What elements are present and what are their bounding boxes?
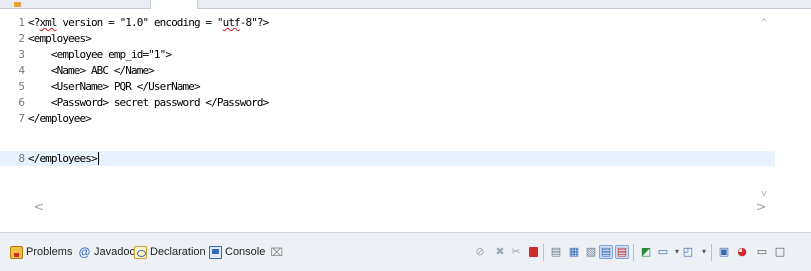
open-console-icon[interactable]: ◰ xyxy=(681,245,695,259)
javadoc-at-icon: @ xyxy=(78,244,91,259)
spelling-warning: xml xyxy=(39,16,57,29)
code-text: <Name> ABC </Name> xyxy=(28,64,155,77)
clear-console-icon[interactable]: ▧ xyxy=(584,245,598,259)
line-number: 8 xyxy=(18,152,25,165)
tab-label: Declaration xyxy=(150,246,206,258)
line-number: 4 xyxy=(18,64,25,77)
terminate-icon[interactable] xyxy=(526,245,540,259)
line-number: 7 xyxy=(18,112,25,125)
tab-console[interactable]: Console ⌧ xyxy=(209,243,283,261)
scroll-down-arrow-icon[interactable]: v xyxy=(759,189,769,199)
open-debug-console-icon[interactable]: ◕ xyxy=(735,245,749,259)
code-line-2[interactable]: 2 <employees> xyxy=(0,31,775,46)
scroll-left-arrow-icon[interactable]: < xyxy=(32,201,46,215)
close-tab-icon[interactable]: ⌧ xyxy=(270,246,283,259)
remove-launch-icon[interactable]: ⊘ xyxy=(473,245,487,259)
code-text: <UserName> PQR </UserName> xyxy=(28,80,201,93)
toolbar-separator xyxy=(633,244,634,261)
pin-console-icon[interactable]: ◩ xyxy=(639,245,653,259)
code-line-8-current[interactable]: 8 </employees> xyxy=(0,151,775,166)
scroll-right-arrow-icon[interactable]: > xyxy=(754,201,768,215)
show-on-stderr-icon[interactable]: ▤ xyxy=(615,245,629,259)
tab-javadoc[interactable]: @ Javadoc xyxy=(78,243,135,261)
xml-editor[interactable]: 1 <?xml version = "1.0" encoding = "utf-… xyxy=(0,10,811,208)
code-text: <employees> xyxy=(28,32,92,45)
scroll-lock-icon[interactable]: ▤ xyxy=(549,245,563,259)
scroll-up-arrow-icon[interactable]: ^ xyxy=(759,18,769,28)
bottom-panel-tab-bar: Problems @ Javadoc Declaration Console ⌧… xyxy=(0,232,811,271)
code-line-1[interactable]: 1 <?xml version = "1.0" encoding = "utf-… xyxy=(0,15,775,30)
code-line-7[interactable]: 7 </employee> xyxy=(0,111,775,126)
horizontal-scrollbar[interactable]: < > xyxy=(0,199,811,217)
remove-terminated-icon[interactable]: ✂ xyxy=(509,245,523,259)
code-line-5[interactable]: 5 <UserName> PQR </UserName> xyxy=(0,79,775,94)
console-icon xyxy=(209,245,222,259)
line-number: 1 xyxy=(18,16,25,29)
line-number: 5 xyxy=(18,80,25,93)
editor-tab[interactable] xyxy=(150,0,198,9)
spelling-warning: utf xyxy=(222,16,241,29)
toolbar-separator xyxy=(543,244,544,261)
chevron-down-icon[interactable]: ▾ xyxy=(697,245,711,259)
editor-tab-strip xyxy=(0,0,811,9)
line-number: 6 xyxy=(18,96,25,109)
code-line-4[interactable]: 4 <Name> ABC </Name> xyxy=(0,63,775,78)
code-line-6[interactable]: 6 <Password> secret password </Password> xyxy=(0,95,775,110)
code-text: </employee> xyxy=(28,112,92,125)
line-number: 2 xyxy=(18,32,25,45)
tab-label: Javadoc xyxy=(94,246,135,258)
code-text: <employee emp_id="1"> xyxy=(28,48,172,61)
tab-label: Problems xyxy=(26,246,73,258)
new-console-view-icon[interactable]: ▣ xyxy=(717,245,731,259)
tab-label: Console xyxy=(225,246,266,258)
display-selected-console-icon[interactable]: ▭ xyxy=(656,245,670,259)
minimize-icon[interactable]: ▭ xyxy=(755,245,769,259)
word-wrap-icon[interactable]: ▦ xyxy=(567,245,581,259)
toolbar-separator xyxy=(711,244,712,261)
code-line-3[interactable]: 3 <employee emp_id="1"> xyxy=(0,47,775,62)
declaration-icon xyxy=(134,245,147,259)
code-text: </employees> xyxy=(28,152,98,165)
tab-problems[interactable]: Problems xyxy=(10,243,72,261)
tab-declaration[interactable]: Declaration xyxy=(134,243,206,261)
line-number: 3 xyxy=(18,48,25,61)
code-text: <?xml version = "1.0" encoding = "utf-8"… xyxy=(28,16,269,29)
text-cursor xyxy=(97,152,99,165)
code-text: <Password> secret password </Password> xyxy=(28,96,269,109)
problems-icon xyxy=(10,245,23,259)
xml-file-icon xyxy=(14,2,21,7)
remove-all-icon[interactable]: ✖ xyxy=(493,245,507,259)
maximize-icon[interactable]: □ xyxy=(773,245,787,259)
show-on-stdout-icon[interactable]: ▤ xyxy=(599,245,613,259)
